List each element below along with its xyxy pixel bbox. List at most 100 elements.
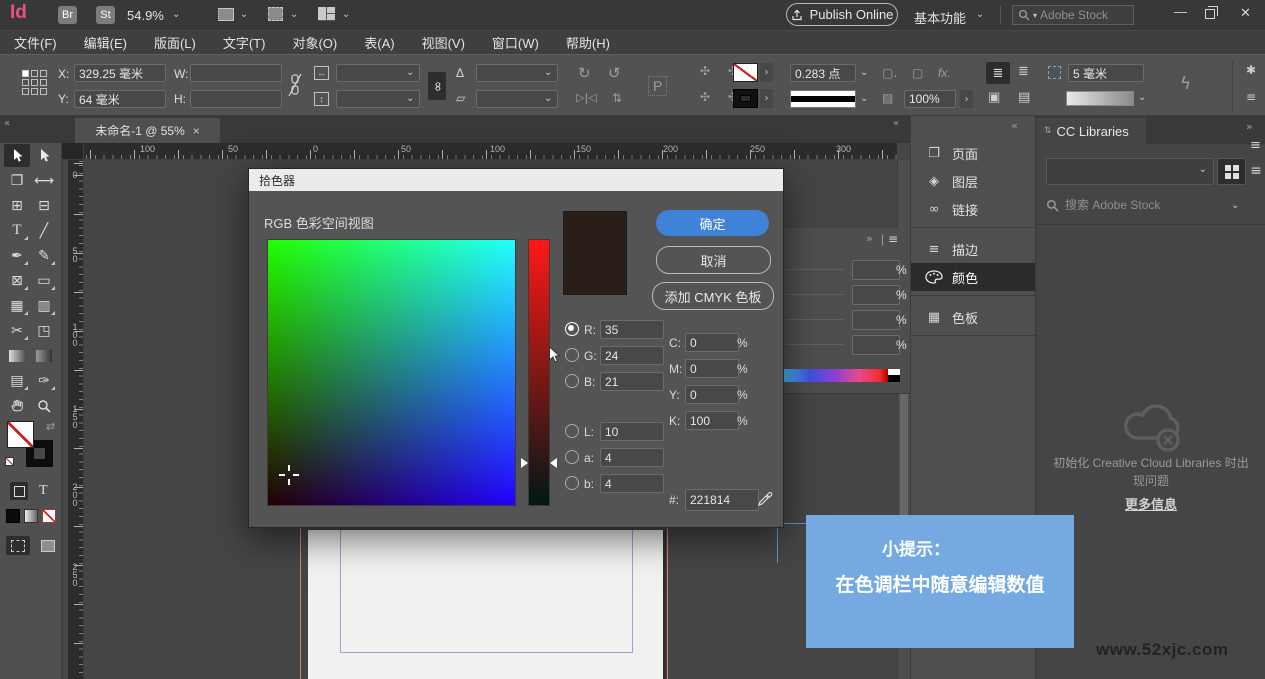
b-input[interactable] (600, 372, 664, 391)
align-center-content-icon[interactable]: ✣ (700, 64, 710, 78)
list-view-button[interactable]: ≡ (1246, 158, 1265, 183)
horizontal-ruler[interactable]: 100 50 0 50 100 150 200 250 300 (84, 143, 897, 160)
close-button[interactable]: ✕ (1240, 6, 1251, 21)
r-radio[interactable] (565, 322, 579, 336)
dock-item-swatches[interactable]: ▦色板 (911, 303, 1036, 331)
h-input[interactable] (190, 90, 282, 108)
stroke-flyout-button[interactable]: › (760, 89, 773, 108)
cmyk-slider-track[interactable] (786, 319, 844, 320)
menu-table[interactable]: 表(A) (364, 33, 394, 52)
menu-view[interactable]: 视图(V) (422, 33, 465, 52)
stroke-style-swatch[interactable] (790, 90, 856, 108)
dock-collapse-icon[interactable]: « (1011, 119, 1018, 132)
color-field-crosshair[interactable] (279, 465, 299, 485)
formatting-text-button[interactable]: T (39, 483, 48, 499)
cmyk-slider-track[interactable] (786, 269, 844, 270)
dock-item-color[interactable]: 颜色 (911, 263, 1036, 291)
line-tool[interactable]: ╱ (31, 219, 57, 242)
vertical-grid-tool[interactable]: ▥ (31, 294, 57, 317)
scale-y-chevron-icon[interactable]: ⌄ (406, 93, 414, 104)
flip-vertical-icon[interactable]: ⇅ (612, 91, 622, 105)
pen-tool[interactable]: ✒ (4, 244, 30, 267)
cc-search-box[interactable]: ⌄ (1046, 193, 1258, 217)
note-tool[interactable]: ▤ (4, 369, 30, 392)
cmyk-slider-track[interactable] (786, 344, 844, 345)
wrap-none-icon[interactable]: ≣ (986, 62, 1010, 84)
cc-more-info-link[interactable]: 更多信息 (1036, 494, 1265, 513)
m-input[interactable] (685, 359, 739, 378)
menu-edit[interactable]: 编辑(E) (84, 33, 127, 52)
free-transform-tool[interactable]: ◳ (31, 319, 57, 342)
scale-x-chevron-icon[interactable]: ⌄ (406, 67, 414, 78)
slider-marker-left[interactable] (521, 458, 528, 468)
corner-shape-icon[interactable]: ▢ (912, 66, 923, 80)
apply-color-button[interactable] (6, 509, 20, 523)
y-cmyk-input[interactable] (685, 385, 739, 404)
default-fill-stroke-icon[interactable] (5, 457, 14, 466)
scrollbar-thumb[interactable] (900, 382, 908, 522)
hex-input[interactable] (685, 489, 759, 511)
gradient-swatch-dropdown[interactable] (1066, 91, 1134, 106)
workspace-switcher[interactable]: 基本功能 (914, 8, 966, 27)
slider-marker-right[interactable] (550, 458, 557, 468)
bridge-button[interactable]: Br (58, 6, 77, 24)
panel-collapse-icon[interactable]: » (866, 232, 873, 245)
cmyk-slider-track[interactable] (786, 294, 844, 295)
gradient-feather-tool[interactable] (31, 344, 57, 367)
k-input[interactable] (685, 411, 739, 430)
selection-tool[interactable] (4, 144, 30, 167)
wrap-offset-input[interactable] (1068, 64, 1144, 82)
formatting-container-button[interactable] (10, 482, 28, 500)
cpanel-gear-icon[interactable]: ✱ (1246, 63, 1256, 77)
menu-help[interactable]: 帮助(H) (566, 33, 610, 52)
color-slider[interactable] (528, 239, 550, 506)
cyan-field[interactable] (852, 260, 900, 280)
corner-options-icon[interactable]: ▢. (882, 66, 897, 80)
stroke-weight-input[interactable] (790, 64, 856, 82)
cc-search-input[interactable] (1065, 198, 1225, 212)
frame-tool[interactable]: ⊠ (4, 269, 30, 292)
rotation-chevron-icon[interactable]: ⌄ (544, 67, 552, 78)
magenta-field[interactable] (852, 285, 900, 305)
swap-fill-stroke-icon[interactable]: ⇄ (46, 420, 55, 433)
constrain-scale-icon[interactable]: ∞ (428, 72, 446, 100)
stock-search-box[interactable]: ▾ (1012, 5, 1134, 25)
dock-item-layers[interactable]: ◈图层 (911, 167, 1036, 195)
wrap-object-icon[interactable]: ▣ (988, 90, 1000, 105)
align-center-content2-icon[interactable]: ✣ (700, 90, 710, 104)
menu-layout[interactable]: 版面(L) (154, 33, 196, 52)
cpanel-menu-icon[interactable]: ≡ (1246, 90, 1256, 104)
color-spectrum-ramp[interactable] (784, 369, 888, 382)
dialog-title-bar[interactable]: 拾色器 (249, 169, 783, 191)
library-select-dropdown[interactable]: ⌄ (1046, 158, 1214, 185)
x-input[interactable] (74, 64, 166, 82)
spectrum-black-swatch[interactable] (888, 375, 900, 382)
zoom-level-chevron-icon[interactable]: ⌄ (172, 9, 180, 20)
minimize-button[interactable]: — (1174, 4, 1187, 19)
opacity-flyout-button[interactable]: › (960, 90, 973, 108)
menu-window[interactable]: 窗口(W) (492, 33, 539, 52)
menu-file[interactable]: 文件(F) (14, 33, 57, 52)
stock-search-input[interactable] (1040, 8, 1124, 22)
zoom-tool[interactable] (31, 394, 57, 417)
screen-mode-icon[interactable] (268, 7, 283, 21)
scissors-tool[interactable]: ✂ (4, 319, 30, 342)
page-tool[interactable]: ❐ (4, 169, 30, 192)
opacity-input[interactable] (904, 90, 956, 108)
arrange-documents-icon[interactable] (318, 7, 335, 21)
gradient-chevron-icon[interactable]: ⌄ (1138, 92, 1146, 103)
ok-button[interactable]: 确定 (656, 210, 769, 236)
black-field[interactable] (852, 335, 900, 355)
ruler-corner[interactable] (62, 143, 84, 160)
effects-icon[interactable]: fx. (938, 66, 951, 80)
select-container-icon[interactable]: P (648, 76, 667, 96)
constrain-proportions-icon[interactable] (288, 72, 302, 98)
document-tab-close-icon[interactable]: × (193, 124, 200, 138)
color-field[interactable] (267, 239, 516, 506)
g-input[interactable] (600, 346, 664, 365)
panel-cycle-icon[interactable]: ⇅ (1044, 126, 1052, 136)
content-placer-tool[interactable]: ⊟ (31, 194, 57, 217)
dock-item-links[interactable]: ∞链接 (911, 195, 1036, 223)
dock-item-pages[interactable]: ❐页面 (911, 139, 1036, 167)
menu-object[interactable]: 对象(O) (292, 33, 337, 52)
